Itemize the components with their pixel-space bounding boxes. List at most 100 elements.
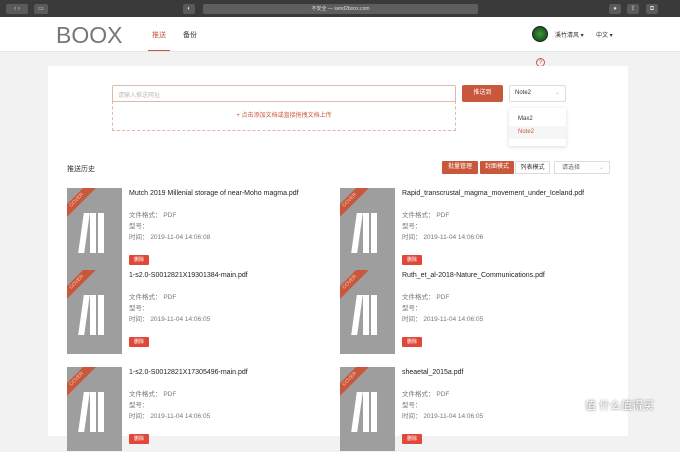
format-label: 文件格式： <box>402 294 435 301</box>
document-title[interactable]: 1-s2.0-S0012821X19301384-main.pdf <box>129 272 248 279</box>
format-label: 文件格式： <box>129 391 162 398</box>
browser-toolbar: ‹ › ▭ ◐ 不安全 — send2boox.com ● ⇪ ⧉ <box>0 0 680 17</box>
book-icon <box>371 295 377 335</box>
format-value: PDF <box>163 391 177 398</box>
history-item: COVER sheaetal_2015a.pdf 文件格式： PDF 型号： 时… <box>340 367 610 452</box>
format-label: 文件格式： <box>129 212 162 219</box>
download-icon[interactable]: ● <box>609 4 621 14</box>
book-icon <box>371 213 377 253</box>
model-label: 型号： <box>129 305 149 312</box>
batch-manage-button[interactable]: 批量管理 <box>442 161 478 174</box>
cover-mode-button[interactable]: 封面模式 <box>480 161 514 174</box>
tab-backup[interactable]: 备份 <box>183 30 197 40</box>
sort-select[interactable]: 请选择 ⌄ <box>554 161 610 174</box>
device-option-max2[interactable]: Max2 <box>509 113 566 126</box>
time-row: 时间： 2019-11-04 14:06:05 <box>129 313 210 323</box>
device-dropdown: Max2 Note2 <box>509 108 566 146</box>
model-label: 型号： <box>129 402 149 409</box>
push-url-input[interactable]: 请输入推送网址 <box>112 85 456 102</box>
delete-button[interactable]: 删除 <box>129 434 149 444</box>
delete-button[interactable]: 删除 <box>129 337 149 347</box>
upload-area[interactable]: + 点击添加文档或直接拖拽文档上传 <box>112 101 456 131</box>
model-label: 型号： <box>129 223 149 230</box>
device-select[interactable]: Note2 ⌄ <box>509 85 566 102</box>
chevron-down-icon: ⌄ <box>554 90 560 96</box>
delete-button[interactable]: 删除 <box>402 434 422 444</box>
document-cover[interactable]: COVER <box>67 367 122 451</box>
time-row: 时间： 2019-11-04 14:06:08 <box>129 231 210 241</box>
model-row: 型号： <box>129 220 149 230</box>
model-row: 型号： <box>402 220 422 230</box>
delete-button[interactable]: 删除 <box>402 337 422 347</box>
delete-button[interactable]: 删除 <box>129 255 149 265</box>
document-title[interactable]: Rapid_transcrustal_magma_movement_under_… <box>402 190 584 197</box>
document-title[interactable]: Mutch 2019 Millenial storage of near-Moh… <box>129 190 299 197</box>
document-cover[interactable]: COVER <box>340 188 395 272</box>
push-button[interactable]: 推送到 <box>462 85 503 102</box>
device-option-note2[interactable]: Note2 <box>509 126 566 139</box>
format-value: PDF <box>436 391 450 398</box>
history-title: 推送历史 <box>67 166 95 173</box>
time-value: 2019-11-04 14:06:05 <box>150 316 211 323</box>
book-icon <box>90 392 96 432</box>
user-menu[interactable]: 溪竹清风 ▾ <box>555 30 584 39</box>
delete-button[interactable]: 删除 <box>402 255 422 265</box>
format-value: PDF <box>163 212 177 219</box>
book-icon <box>98 213 104 253</box>
boox-logo[interactable]: BOOX <box>56 22 122 49</box>
format-label: 文件格式： <box>129 294 162 301</box>
format-value: PDF <box>436 212 450 219</box>
document-title[interactable]: Ruth_et_al-2018-Nature_Communications.pd… <box>402 272 545 279</box>
time-label: 时间： <box>402 234 422 241</box>
model-row: 型号： <box>402 302 422 312</box>
model-row: 型号： <box>129 302 149 312</box>
format-row: 文件格式： PDF <box>129 291 176 301</box>
tabs-icon[interactable]: ⧉ <box>646 4 658 14</box>
book-icon <box>78 392 90 432</box>
language-menu[interactable]: 中文 ▾ <box>596 30 613 39</box>
book-icon <box>78 213 90 253</box>
document-cover[interactable]: COVER <box>67 188 122 272</box>
history-item: COVER Rapid_transcrustal_magma_movement_… <box>340 188 610 273</box>
book-icon <box>98 392 104 432</box>
book-icon <box>363 295 369 335</box>
time-row: 时间： 2019-11-04 14:06:05 <box>402 313 483 323</box>
sidebar-icon[interactable]: ▭ <box>34 4 48 14</box>
book-icon <box>351 213 363 253</box>
document-cover[interactable]: COVER <box>67 270 122 354</box>
document-title[interactable]: 1-s2.0-S0012821X17305496-main.pdf <box>129 369 248 376</box>
book-icon <box>78 295 90 335</box>
time-label: 时间： <box>129 316 149 323</box>
document-cover[interactable]: COVER <box>340 367 395 451</box>
book-icon <box>90 295 96 335</box>
avatar[interactable] <box>532 26 548 42</box>
model-row: 型号： <box>402 399 422 409</box>
book-icon <box>90 213 96 253</box>
site-header: BOOX 推送 备份 溪竹清风 ▾ 中文 ▾ <box>0 17 680 52</box>
share-icon[interactable]: ⇪ <box>627 4 639 14</box>
time-value: 2019-11-04 14:06:05 <box>150 413 211 420</box>
time-label: 时间： <box>129 413 149 420</box>
document-title[interactable]: sheaetal_2015a.pdf <box>402 369 464 376</box>
watermark: 值 什么值得买 <box>585 400 655 412</box>
format-label: 文件格式： <box>402 212 435 219</box>
time-label: 时间： <box>402 316 422 323</box>
time-value: 2019-11-04 14:06:05 <box>423 413 484 420</box>
device-value: Note2 <box>515 90 532 96</box>
format-row: 文件格式： PDF <box>402 209 449 219</box>
back-forward-buttons[interactable]: ‹ › <box>6 4 28 14</box>
time-value: 2019-11-04 14:06:08 <box>150 234 211 241</box>
tab-push[interactable]: 推送 <box>148 30 170 51</box>
model-row: 型号： <box>129 399 149 409</box>
model-label: 型号： <box>402 402 422 409</box>
address-bar[interactable]: 不安全 — send2boox.com <box>203 4 478 14</box>
time-label: 时间： <box>129 234 149 241</box>
time-value: 2019-11-04 14:06:05 <box>423 316 484 323</box>
chevron-down-icon: ⌄ <box>598 165 604 171</box>
list-mode-button[interactable]: 列表模式 <box>515 161 550 174</box>
model-label: 型号： <box>402 305 422 312</box>
format-row: 文件格式： PDF <box>402 388 449 398</box>
document-cover[interactable]: COVER <box>340 270 395 354</box>
time-row: 时间： 2019-11-04 14:06:05 <box>129 410 210 420</box>
time-value: 2019-11-04 14:06:06 <box>423 234 484 241</box>
